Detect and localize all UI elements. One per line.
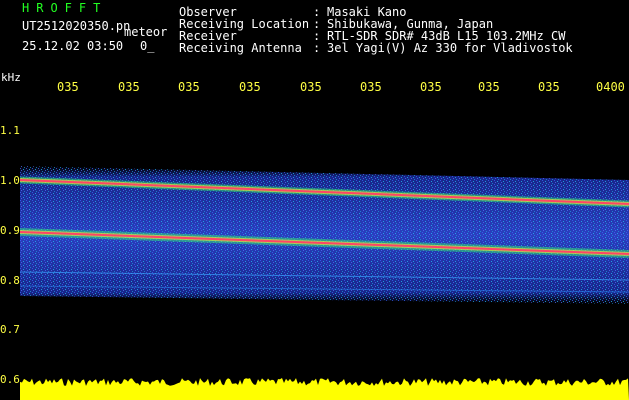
- y-tick-label: 1.1: [0, 124, 20, 137]
- y-unit-label: kHz: [1, 71, 21, 84]
- x-tick-label: 035: [478, 80, 500, 94]
- meteor-count: 0_: [140, 39, 155, 53]
- x-tick-label: 035: [178, 80, 200, 94]
- y-tick-label: 1.0: [0, 174, 20, 187]
- app-title: HROFFT: [22, 1, 108, 15]
- signal-level-fill: [20, 378, 629, 400]
- y-tick-label: 0.8: [0, 274, 20, 287]
- x-tick-label: 0400: [596, 80, 625, 94]
- meta-value-antenna: 3el Yagi(V) Az 330 for Vladivostok: [327, 41, 573, 55]
- x-tick-label: 035: [538, 80, 560, 94]
- datetime: 25.12.02 03:50: [22, 39, 124, 53]
- file-name: UT2512020350.pn: [22, 19, 131, 33]
- x-tick-label: 035: [420, 80, 442, 94]
- x-tick-label: 035: [300, 80, 322, 94]
- meta-sep: :: [313, 41, 321, 55]
- y-tick-label: 0.6: [0, 373, 20, 386]
- x-tick-label: 035: [360, 80, 382, 94]
- x-tick-label: 035: [57, 80, 79, 94]
- spectrogram: [20, 100, 629, 400]
- x-tick-label: 035: [239, 80, 261, 94]
- y-tick-label: 0.9: [0, 224, 20, 237]
- meta-key-antenna: Receiving Antenna: [179, 41, 302, 55]
- meteor-label: meteor: [124, 25, 168, 39]
- x-tick-label: 035: [118, 80, 140, 94]
- signal-level-bar: [20, 378, 629, 400]
- y-tick-label: 0.7: [0, 323, 20, 336]
